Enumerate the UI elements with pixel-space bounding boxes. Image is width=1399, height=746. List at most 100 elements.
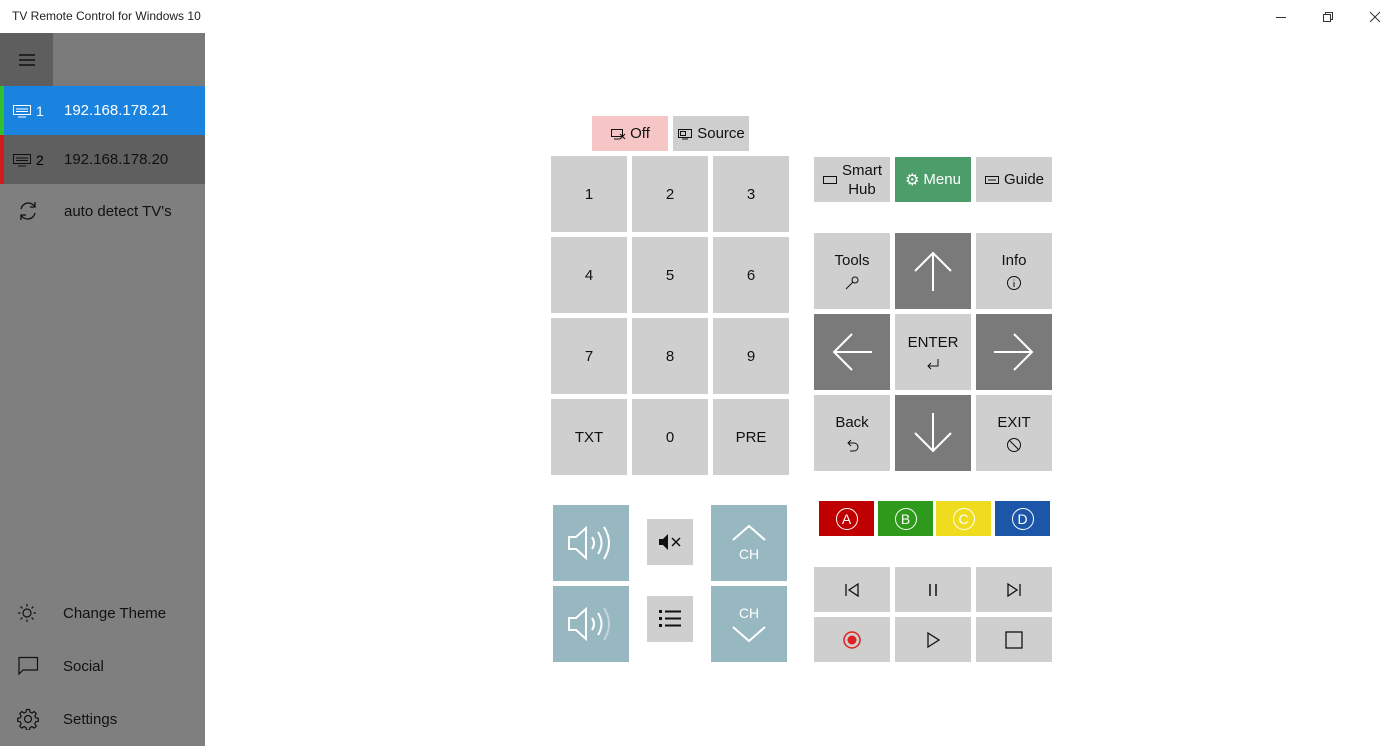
block-icon xyxy=(1007,437,1021,452)
list-icon xyxy=(659,610,681,627)
social-label: Social xyxy=(63,657,104,675)
mute-button[interactable] xyxy=(647,519,693,565)
arrow-left-icon xyxy=(832,333,872,371)
channel-up-label: CH xyxy=(738,546,760,562)
txt-button[interactable]: TXT xyxy=(551,399,627,475)
stop-button[interactable] xyxy=(976,617,1052,662)
tools-button[interactable]: Tools xyxy=(814,233,890,309)
channel-down-button[interactable]: CH xyxy=(711,586,787,662)
tv-icon xyxy=(13,153,31,166)
num-3-button[interactable]: 3 xyxy=(713,156,789,232)
next-button[interactable] xyxy=(976,567,1052,612)
sidebar: 1 192.168.178.21 2 192.168.178.20 auto d… xyxy=(0,33,205,746)
color-a-button[interactable]: A xyxy=(819,501,874,536)
keyboard-icon xyxy=(822,175,837,184)
tv-off-icon xyxy=(611,128,626,139)
sidebar-item-change-theme[interactable]: Change Theme xyxy=(0,589,205,637)
num-0-button[interactable]: 0 xyxy=(632,399,708,475)
arrow-right-icon xyxy=(994,333,1034,371)
info-button[interactable]: Info xyxy=(976,233,1052,309)
chevron-down-icon xyxy=(732,626,766,643)
chat-icon xyxy=(18,656,39,676)
letter-b-icon: B xyxy=(894,507,917,530)
gear-icon: ⚙ xyxy=(905,171,920,189)
num-5-button[interactable]: 5 xyxy=(632,237,708,313)
num-7-button[interactable]: 7 xyxy=(551,318,627,394)
hamburger-button[interactable] xyxy=(0,33,53,86)
sidebar-item-social[interactable]: Social xyxy=(0,642,205,690)
record-icon xyxy=(843,630,861,649)
previous-button[interactable] xyxy=(814,567,890,612)
guide-button[interactable]: Guide xyxy=(976,157,1052,202)
info-icon xyxy=(1007,275,1021,290)
minimize-icon[interactable] xyxy=(1258,0,1304,33)
num-9-button[interactable]: 9 xyxy=(713,318,789,394)
sidebar-item-tv-2[interactable]: 2 192.168.178.20 xyxy=(0,135,205,184)
smart-hub-line1: Smart xyxy=(841,161,882,179)
color-c-button[interactable]: C xyxy=(936,501,991,536)
restore-icon[interactable] xyxy=(1305,0,1351,33)
tv-1-number: 1 xyxy=(36,102,44,119)
color-b-button[interactable]: B xyxy=(878,501,933,536)
num-6-button[interactable]: 6 xyxy=(713,237,789,313)
pause-button[interactable] xyxy=(895,567,971,612)
skip-next-icon xyxy=(1007,582,1021,597)
num-4-button[interactable]: 4 xyxy=(551,237,627,313)
volume-up-button[interactable] xyxy=(553,505,629,581)
tv-1-indicator xyxy=(0,86,4,135)
play-icon xyxy=(927,631,941,648)
hamburger-icon xyxy=(18,53,35,66)
channel-list-button[interactable] xyxy=(647,596,693,642)
enter-button[interactable]: ENTER xyxy=(895,314,971,390)
sidebar-item-tv-1[interactable]: 1 192.168.178.21 xyxy=(0,86,205,135)
menu-label: Menu xyxy=(923,171,961,188)
pre-button[interactable]: PRE xyxy=(713,399,789,475)
tools-label: Tools xyxy=(834,251,870,269)
auto-detect-label: auto detect TV's xyxy=(64,202,172,220)
record-button[interactable] xyxy=(814,617,890,662)
sidebar-header-fill xyxy=(53,33,205,86)
info-label: Info xyxy=(1001,251,1027,269)
gear-icon xyxy=(17,708,39,730)
exit-label: EXIT xyxy=(997,413,1031,431)
back-button[interactable]: Back xyxy=(814,395,890,471)
tv-2-ip: 192.168.178.20 xyxy=(64,151,169,168)
change-theme-label: Change Theme xyxy=(63,604,167,622)
right-button[interactable] xyxy=(976,314,1052,390)
num-1-button[interactable]: 1 xyxy=(551,156,627,232)
sidebar-item-auto-detect[interactable]: auto detect TV's xyxy=(0,187,205,235)
chevron-up-icon xyxy=(732,524,766,541)
tv-source-icon xyxy=(678,128,693,139)
source-button[interactable]: Source xyxy=(673,116,749,151)
skip-previous-icon xyxy=(845,582,859,597)
num-2-button[interactable]: 2 xyxy=(632,156,708,232)
arrow-up-icon xyxy=(914,251,952,291)
color-d-button[interactable]: D xyxy=(995,501,1050,536)
source-label: Source xyxy=(697,125,745,142)
power-off-button[interactable]: Off xyxy=(592,116,668,151)
sun-icon xyxy=(18,604,36,622)
smart-hub-button[interactable]: Smart Hub xyxy=(814,157,890,202)
title-bar: TV Remote Control for Windows 10 xyxy=(0,0,1399,33)
left-button[interactable] xyxy=(814,314,890,390)
sidebar-item-settings[interactable]: Settings xyxy=(0,695,205,743)
arrow-down-icon xyxy=(914,413,952,453)
menu-button[interactable]: ⚙ Menu xyxy=(895,157,971,202)
down-button[interactable] xyxy=(895,395,971,471)
up-button[interactable] xyxy=(895,233,971,309)
stop-icon xyxy=(1005,630,1023,649)
back-label: Back xyxy=(835,413,869,431)
play-button[interactable] xyxy=(895,617,971,662)
channel-down-label: CH xyxy=(738,605,760,621)
num-8-button[interactable]: 8 xyxy=(632,318,708,394)
smart-hub-line2: Hub xyxy=(848,180,876,198)
channel-up-button[interactable]: CH xyxy=(711,505,787,581)
exit-button[interactable]: EXIT xyxy=(976,395,1052,471)
volume-up-icon xyxy=(568,525,610,561)
tv-2-number: 2 xyxy=(36,151,44,168)
settings-label: Settings xyxy=(63,710,118,728)
volume-down-button[interactable] xyxy=(553,586,629,662)
enter-label: ENTER xyxy=(907,333,959,351)
close-icon[interactable] xyxy=(1352,0,1398,33)
letter-d-icon: D xyxy=(1011,507,1034,530)
